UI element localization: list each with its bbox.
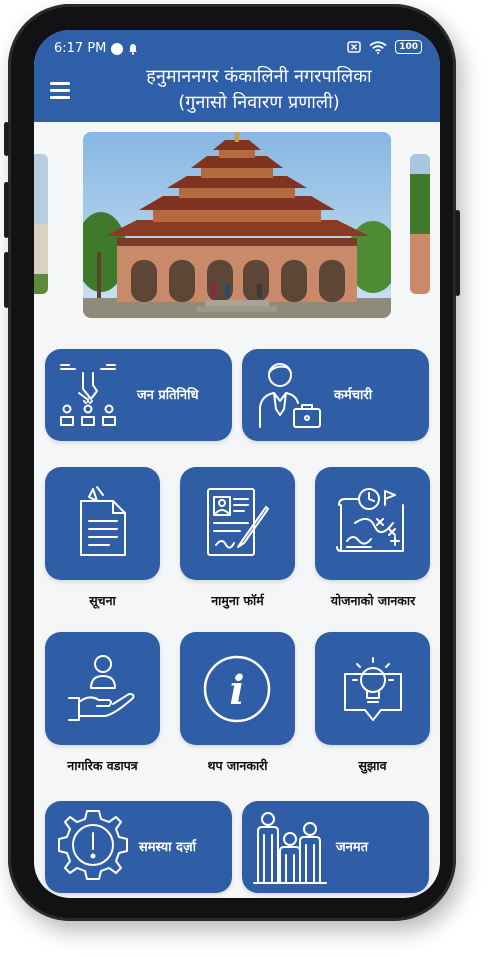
phone-frame: 6:17 PM 100 हनुमाननगर कंकालिनी नगरपालिका… [4, 4, 460, 921]
hamburger-menu-icon[interactable] [50, 82, 72, 100]
employees-tile[interactable]: कर्मचारी [242, 349, 429, 441]
notice-label: सूचना [89, 593, 116, 608]
carousel-main-slide[interactable] [83, 132, 391, 318]
more-info-label: थप जानकारी [207, 758, 268, 773]
status-time: 6:17 PM [54, 41, 107, 56]
carousel-next-slide[interactable] [410, 154, 430, 294]
sample-form-icon [207, 488, 269, 556]
volume-up-button [4, 182, 9, 238]
notification-dot-icon [111, 42, 124, 55]
register-problem-label: समस्या दर्ज़ा [139, 840, 196, 855]
prev-slide-image [34, 154, 48, 294]
more-info-tile[interactable]: i [180, 632, 295, 745]
citizen-charter-icon [68, 655, 135, 721]
representatives-icon [60, 364, 116, 426]
temple-photo [83, 132, 391, 318]
employee-icon [259, 363, 321, 428]
image-carousel[interactable] [34, 130, 440, 322]
status-bar: 6:17 PM 100 [34, 38, 440, 62]
power-button [455, 210, 460, 296]
suggestion-label: सुझाव [358, 758, 387, 773]
app-screen: 6:17 PM 100 हनुमाननगर कंकालिनी नगरपालिका… [34, 30, 440, 898]
next-slide-image [410, 154, 430, 294]
battery-level: 100 [395, 40, 422, 54]
plan-info-tile[interactable] [315, 467, 430, 580]
info-icon: i [203, 655, 271, 723]
register-problem-tile[interactable]: समस्या दर्ज़ा [45, 801, 232, 893]
public-opinion-label: जनमत [336, 840, 369, 855]
wifi-icon [369, 40, 387, 54]
notice-document-icon [80, 486, 126, 556]
representatives-tile[interactable]: जन प्रतिनिधि [45, 349, 232, 441]
sim-icon [347, 41, 361, 53]
title-line-2: (गुनासो निवारण प्रणाली) [178, 92, 340, 113]
citizen-charter-label: नागरिक वडापत्र [67, 758, 138, 773]
suggestion-bulb-icon [344, 657, 402, 721]
sample-form-tile[interactable] [180, 467, 295, 580]
plan-info-label: योजनाको जानकार [330, 593, 416, 608]
notice-tile[interactable] [45, 467, 160, 580]
bell-icon [129, 43, 138, 55]
employees-label: कर्मचारी [334, 388, 373, 403]
status-time-group: 6:17 PM [54, 41, 138, 56]
public-opinion-tile[interactable]: जनमत [242, 801, 429, 893]
mute-switch [4, 122, 9, 156]
citizen-charter-tile[interactable] [45, 632, 160, 745]
problem-gear-icon [58, 810, 128, 880]
sample-form-label: नामुना फॉर्म [211, 593, 264, 608]
page-title: हनुमाननगर कंकालिनी नगरपालिका (गुनासो निव… [94, 64, 424, 116]
opinion-people-icon [253, 812, 327, 884]
status-icons: 100 [347, 40, 422, 54]
suggestion-tile[interactable] [315, 632, 430, 745]
carousel-prev-slide[interactable] [34, 154, 48, 294]
plan-strategy-icon [336, 488, 404, 552]
volume-down-button [4, 252, 9, 308]
title-line-1: हनुमाननगर कंकालिनी नगरपालिका [146, 66, 372, 87]
app-bar: 6:17 PM 100 हनुमाननगर कंकालिनी नगरपालिका… [34, 30, 440, 122]
svg-text:i: i [229, 667, 244, 714]
representatives-label: जन प्रतिनिधि [137, 388, 199, 403]
